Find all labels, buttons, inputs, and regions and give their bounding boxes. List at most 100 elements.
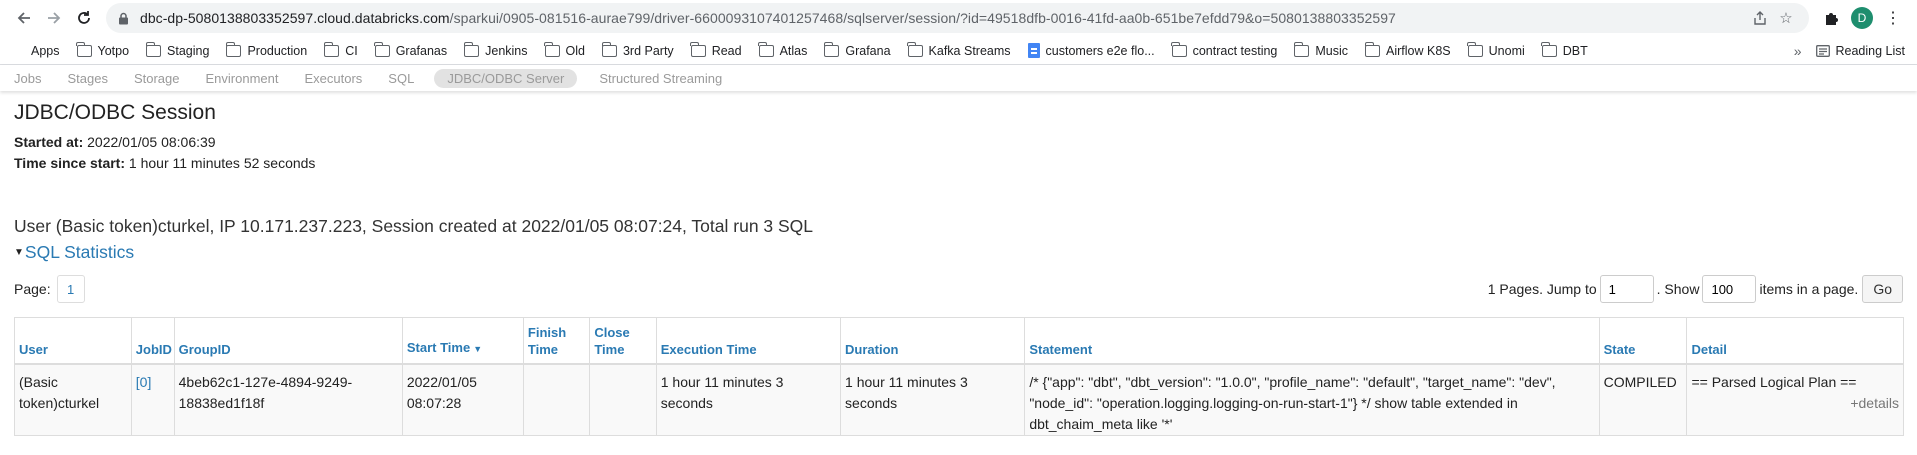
url-text: dbc-dp-5080138803352597.cloud.databricks… (140, 10, 1747, 26)
bookmark-yotpo[interactable]: Yotpo (76, 41, 129, 58)
url-host: dbc-dp-5080138803352597.cloud.databricks… (140, 10, 450, 26)
detail-text: == Parsed Logical Plan == (1691, 374, 1857, 390)
bookmark-old[interactable]: Old (544, 41, 585, 58)
bookmark-staging[interactable]: Staging (145, 41, 210, 58)
page-label: Page: (14, 281, 51, 297)
jump-to-page-input[interactable] (1599, 275, 1654, 303)
folder-icon (1293, 41, 1310, 57)
address-bar[interactable]: dbc-dp-5080138803352597.cloud.databricks… (106, 3, 1809, 33)
sql-statistics-table: User JobID GroupID Start Time ▼ Finish Ti… (14, 317, 1904, 436)
reload-button[interactable] (70, 4, 98, 32)
show-text: . Show (1656, 281, 1700, 297)
folder-icon (323, 41, 340, 57)
browser-toolbar: dbc-dp-5080138803352597.cloud.databricks… (0, 0, 1917, 37)
bookmark-label: Staging (167, 43, 210, 58)
column-header-state[interactable]: State (1598, 317, 1688, 365)
tab-environment[interactable]: Environment (206, 69, 279, 88)
time-since-line: Time since start: 1 hour 11 minutes 52 s… (14, 156, 1903, 170)
column-header-start-time[interactable]: Start Time ▼ (401, 317, 524, 365)
arrow-left-icon (17, 12, 30, 24)
tab-jobs[interactable]: Jobs (14, 69, 41, 88)
pagination-left: Page: 1 (14, 275, 85, 303)
bookmark-customers-e2e[interactable]: customers e2e flo... (1027, 43, 1155, 58)
bookmark-label: Unomi (1488, 43, 1525, 58)
folder-icon (1364, 41, 1381, 57)
expand-details-link[interactable]: +details (1691, 393, 1899, 414)
bookmark-music[interactable]: Music (1293, 41, 1348, 58)
cell-start-time: 2022/01/05 08:07:28 (401, 363, 524, 436)
bookmark-3rd-party[interactable]: 3rd Party (601, 41, 674, 58)
tab-stages[interactable]: Stages (67, 69, 107, 88)
bookmark-label: Apps (31, 43, 60, 58)
bookmark-read[interactable]: Read (690, 41, 742, 58)
folder-icon (544, 41, 560, 57)
column-header-duration[interactable]: Duration (840, 317, 1026, 365)
bookmark-unomi[interactable]: Unomi (1467, 41, 1525, 58)
avatar[interactable]: D (1851, 7, 1873, 29)
spark-ui-nav: Jobs Stages Storage Environment Executor… (0, 65, 1917, 91)
bookmark-contract-testing[interactable]: contract testing (1171, 41, 1277, 58)
cell-statement: /* {"app": "dbt", "dbt_version": "1.0.0"… (1024, 363, 1600, 436)
forward-button[interactable] (40, 4, 68, 32)
bookmark-apps[interactable]: Apps (12, 44, 60, 58)
bookmark-grafanas[interactable]: Grafanas (374, 41, 447, 58)
tab-sql[interactable]: SQL (388, 69, 414, 88)
start-time-header-label: Start Time (406, 340, 471, 355)
bookmark-atlas[interactable]: Atlas (758, 41, 808, 58)
bookmarks-bar: Apps Yotpo Staging Production CI Grafana… (0, 37, 1917, 65)
back-button[interactable] (10, 4, 38, 32)
bookmark-ci[interactable]: CI (323, 41, 358, 58)
folder-icon (601, 41, 617, 57)
bookmark-label: Atlas (779, 43, 808, 58)
column-header-detail[interactable]: Detail (1686, 317, 1904, 365)
sql-statistics-toggle[interactable]: ▼ SQL Statistics (14, 242, 1903, 262)
go-button[interactable]: Go (1862, 275, 1903, 303)
apps-grid-icon (12, 44, 25, 57)
table-row: (Basic token)cturkel [0] 4beb62c1-127e-4… (14, 363, 1904, 436)
bookmark-dbt[interactable]: DBT (1541, 41, 1588, 58)
column-header-jobid[interactable]: JobID (130, 317, 175, 365)
bookmark-airflow-k8s[interactable]: Airflow K8S (1364, 41, 1451, 58)
puzzle-icon[interactable] (1817, 4, 1845, 32)
bookmark-grafana[interactable]: Grafana (823, 41, 891, 58)
started-at-label: Started at: (14, 134, 84, 150)
bookmark-production[interactable]: Production (226, 41, 308, 58)
column-header-user[interactable]: User (14, 317, 132, 365)
bookmark-kafka-streams[interactable]: Kafka Streams (907, 41, 1011, 58)
pagination-right: 1 Pages. Jump to . Show items in a page.… (1488, 275, 1903, 303)
tab-jdbc-odbc-server[interactable]: JDBC/ODBC Server (434, 68, 578, 88)
bookmark-jenkins[interactable]: Jenkins (463, 41, 528, 58)
sql-statistics-link[interactable]: SQL Statistics (25, 242, 134, 263)
bookmark-label: CI (345, 43, 358, 58)
bookmark-label: Read (711, 43, 742, 58)
table-header-row: User JobID GroupID Start Time ▼ Finish Ti… (14, 317, 1904, 365)
job-id-link[interactable]: [0] (136, 374, 152, 390)
column-header-statement[interactable]: Statement (1024, 317, 1600, 365)
column-header-execution-time[interactable]: Execution Time (655, 317, 842, 365)
tab-structured-streaming[interactable]: Structured Streaming (599, 69, 722, 88)
folder-icon (374, 41, 390, 57)
star-icon[interactable]: ☆ (1773, 5, 1799, 31)
column-header-finish-time[interactable]: Finish Time (522, 317, 591, 365)
column-header-groupid[interactable]: GroupID (173, 317, 403, 365)
column-header-close-time[interactable]: Close Time (589, 317, 657, 365)
bookmark-label: Grafana (845, 43, 891, 58)
cell-jobid: [0] (130, 363, 175, 436)
pages-text: 1 Pages. Jump to (1487, 281, 1597, 297)
bookmark-label: Production (247, 43, 308, 58)
page-title: JDBC/ODBC Session (14, 101, 216, 124)
more-bookmarks-button[interactable]: » (1794, 43, 1802, 59)
reading-list-button[interactable]: Reading List (1815, 44, 1905, 58)
cell-close-time (589, 363, 657, 436)
started-at-line: Started at: 2022/01/05 08:06:39 (14, 135, 1903, 149)
tab-executors[interactable]: Executors (304, 69, 362, 88)
items-text: items in a page. (1759, 281, 1859, 297)
sort-desc-icon: ▼ (473, 344, 483, 354)
kebab-menu-icon[interactable]: ⋮ (1879, 4, 1907, 32)
folder-icon (145, 41, 162, 57)
page-number-button[interactable]: 1 (56, 275, 85, 303)
share-icon[interactable] (1747, 5, 1773, 31)
tab-storage[interactable]: Storage (134, 69, 180, 88)
bookmark-label: DBT (1562, 43, 1588, 58)
page-size-input[interactable] (1702, 275, 1757, 303)
